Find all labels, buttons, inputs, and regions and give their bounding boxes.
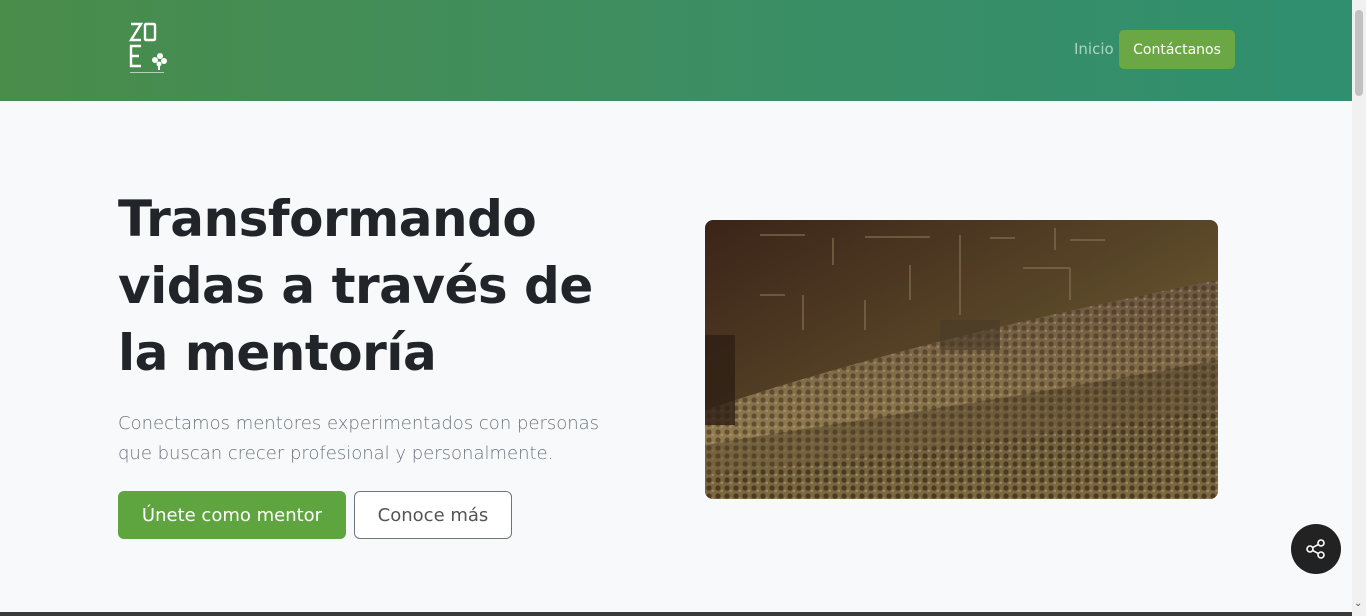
page-scrollbar[interactable] bbox=[1352, 0, 1366, 616]
hero-subtitle: Conectamos mentores experimentados con p… bbox=[118, 413, 600, 464]
scrollbar-thumb[interactable] bbox=[1355, 10, 1363, 96]
share-icon bbox=[1306, 539, 1325, 559]
top-navbar: Inicio Contáctanos bbox=[0, 0, 1352, 101]
brand-logo[interactable] bbox=[128, 20, 172, 76]
zoe-logo-icon bbox=[128, 22, 167, 73]
hero-auditorium-image bbox=[705, 220, 1218, 499]
share-button[interactable] bbox=[1291, 524, 1341, 574]
learn-more-button[interactable]: Conoce más bbox=[354, 491, 512, 539]
hero-title: Transformando vidas a través de la mento… bbox=[118, 190, 593, 382]
contact-button[interactable]: Contáctanos bbox=[1119, 30, 1235, 69]
scroll-down-arrow-icon[interactable]: ⌄ bbox=[1354, 598, 1362, 609]
join-as-mentor-button[interactable]: Únete como mentor bbox=[118, 491, 346, 539]
bottom-edge bbox=[0, 612, 1352, 616]
nav-link-home[interactable]: Inicio bbox=[1074, 40, 1114, 58]
